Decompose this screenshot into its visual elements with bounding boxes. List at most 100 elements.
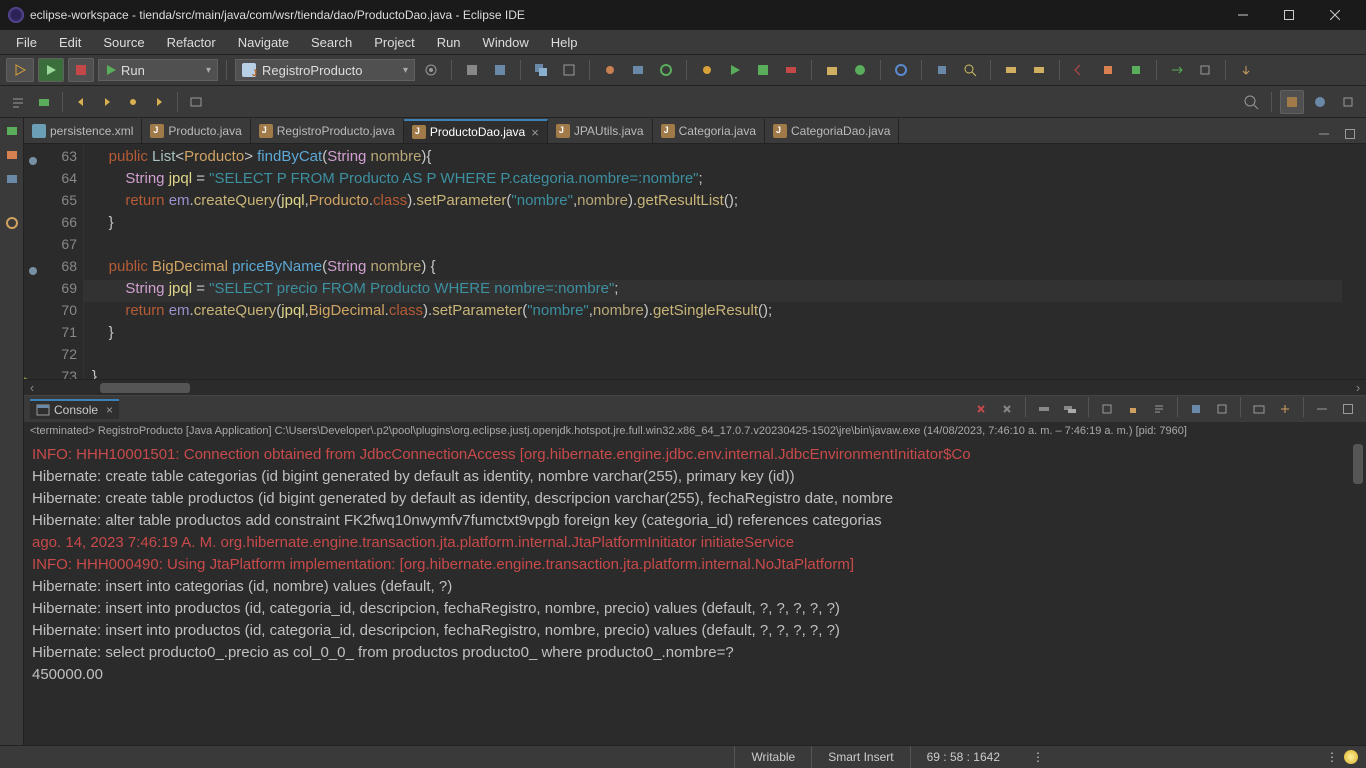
remove-all-button[interactable] xyxy=(1058,397,1082,421)
quick-access-button[interactable] xyxy=(1239,90,1263,114)
close-button[interactable] xyxy=(1312,0,1358,30)
launch-config-select[interactable]: RegistroProducto xyxy=(235,59,415,81)
console-title: Console xyxy=(54,403,98,417)
maximize-button[interactable] xyxy=(1266,0,1312,30)
new-button[interactable] xyxy=(460,58,484,82)
toggle-breadcrumb-button[interactable] xyxy=(6,90,30,114)
status-overflow-menu[interactable]: ⋮ xyxy=(1320,746,1344,768)
horizontal-scrollbar[interactable]: ‹ › xyxy=(24,379,1366,395)
tip-bulb-icon[interactable] xyxy=(1344,750,1358,764)
scroll-lock-button[interactable] xyxy=(1121,397,1145,421)
tab-registroproducto-java[interactable]: RegistroProducto.java xyxy=(251,119,404,143)
console-tab[interactable]: Console × xyxy=(30,399,119,419)
toolbar-button[interactable] xyxy=(598,58,622,82)
menu-file[interactable]: File xyxy=(6,32,47,53)
run-config-select[interactable]: Run xyxy=(98,59,218,81)
toolbar-button[interactable] xyxy=(626,58,650,82)
clear-console-button[interactable] xyxy=(1095,397,1119,421)
new-package-button[interactable] xyxy=(820,58,844,82)
toolbar-button[interactable] xyxy=(32,90,56,114)
menu-edit[interactable]: Edit xyxy=(49,32,91,53)
toolbar-button[interactable] xyxy=(654,58,678,82)
debug-button[interactable] xyxy=(6,58,34,82)
menu-source[interactable]: Source xyxy=(93,32,154,53)
save-button[interactable] xyxy=(488,58,512,82)
pin-console-button[interactable] xyxy=(1184,397,1208,421)
coverage-button[interactable] xyxy=(751,58,775,82)
menu-refactor[interactable]: Refactor xyxy=(157,32,226,53)
scroll-left-icon[interactable]: ‹ xyxy=(24,380,40,395)
separator xyxy=(1156,60,1157,80)
menu-navigate[interactable]: Navigate xyxy=(228,32,299,53)
toolbar-button[interactable] xyxy=(999,58,1023,82)
status-overflow-menu[interactable]: ⋮ xyxy=(1016,746,1060,768)
run-drop-button[interactable] xyxy=(723,58,747,82)
code-area[interactable]: public List<Producto> findByCat(String n… xyxy=(84,144,1342,379)
menu-window[interactable]: Window xyxy=(473,32,539,53)
toolbar-button[interactable] xyxy=(1193,58,1217,82)
view-icon[interactable] xyxy=(3,146,21,164)
toolbar-button[interactable] xyxy=(1068,58,1092,82)
last-edit-button[interactable] xyxy=(147,90,171,114)
remove-launch-button[interactable] xyxy=(1032,397,1056,421)
scroll-up-icon[interactable]: ▴ xyxy=(1358,440,1363,460)
search-button[interactable] xyxy=(958,58,982,82)
editor-body[interactable]: 6364656667686970717273➤74 public List<Pr… xyxy=(24,144,1366,379)
run-button[interactable] xyxy=(38,58,64,82)
pin-button[interactable] xyxy=(1234,58,1258,82)
maximize-console-button[interactable] xyxy=(1336,397,1360,421)
maximize-view-button[interactable] xyxy=(1338,122,1362,146)
tab-persistence-xml[interactable]: persistence.xml xyxy=(24,119,142,143)
word-wrap-button[interactable] xyxy=(1147,397,1171,421)
menu-search[interactable]: Search xyxy=(301,32,362,53)
menu-run[interactable]: Run xyxy=(427,32,471,53)
minimize-view-button[interactable] xyxy=(1312,122,1336,146)
toolbar-button[interactable] xyxy=(1124,58,1148,82)
tab-label: JPAUtils.java xyxy=(574,124,644,138)
tab-categoria-java[interactable]: Categoria.java xyxy=(653,119,765,143)
toolbar-button[interactable] xyxy=(557,58,581,82)
tab-categoriadao-java[interactable]: CategoriaDao.java xyxy=(765,119,899,143)
close-console-icon[interactable]: × xyxy=(106,403,113,417)
console-scrollbar-thumb[interactable] xyxy=(1353,444,1363,484)
open-console-button[interactable] xyxy=(1247,397,1271,421)
external-tools-button[interactable] xyxy=(779,58,803,82)
scrollbar-thumb[interactable] xyxy=(100,383,190,393)
console-tool[interactable] xyxy=(995,397,1019,421)
toolbar-button[interactable] xyxy=(1096,58,1120,82)
console-tool[interactable] xyxy=(969,397,993,421)
package-explorer-icon[interactable] xyxy=(3,122,21,140)
minimize-console-button[interactable] xyxy=(1310,397,1334,421)
perspective-debug-button[interactable] xyxy=(1308,90,1332,114)
toolbar-button[interactable] xyxy=(121,90,145,114)
perspective-java-button[interactable] xyxy=(1280,90,1304,114)
tab-productodao-java[interactable]: ProductoDao.java× xyxy=(404,119,548,143)
toolbar-button[interactable] xyxy=(1165,58,1189,82)
display-selected-button[interactable] xyxy=(1210,397,1234,421)
tab-producto-java[interactable]: Producto.java xyxy=(142,119,250,143)
menu-project[interactable]: Project xyxy=(364,32,424,53)
close-tab-icon[interactable]: × xyxy=(531,125,539,140)
new-console-button[interactable] xyxy=(1273,397,1297,421)
forward-button[interactable] xyxy=(95,90,119,114)
open-type-button[interactable] xyxy=(930,58,954,82)
new-class-button[interactable] xyxy=(848,58,872,82)
minimize-button[interactable] xyxy=(1220,0,1266,30)
view-icon[interactable] xyxy=(3,214,21,232)
stop-button[interactable] xyxy=(68,58,94,82)
view-icon[interactable] xyxy=(3,170,21,188)
launch-settings-button[interactable] xyxy=(419,58,443,82)
tab-jpautils-java[interactable]: JPAUtils.java xyxy=(548,119,653,143)
scroll-right-icon[interactable]: › xyxy=(1350,380,1366,395)
overview-ruler[interactable] xyxy=(1342,144,1366,379)
toolbar-button[interactable] xyxy=(184,90,208,114)
save-all-button[interactable] xyxy=(529,58,553,82)
gutter[interactable]: 6364656667686970717273➤74 xyxy=(24,144,84,379)
toolbar-button[interactable] xyxy=(889,58,913,82)
toolbar-button[interactable] xyxy=(1027,58,1051,82)
console-output[interactable]: ▴ INFO: HHH10001501: Connection obtained… xyxy=(24,440,1366,745)
menu-help[interactable]: Help xyxy=(541,32,588,53)
back-button[interactable] xyxy=(69,90,93,114)
debug-drop-button[interactable] xyxy=(695,58,719,82)
open-perspective-button[interactable] xyxy=(1336,90,1360,114)
